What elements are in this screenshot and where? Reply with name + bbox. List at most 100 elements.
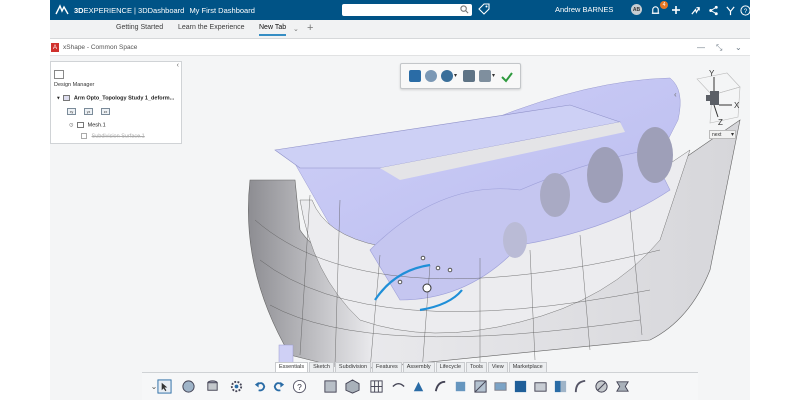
minimize-icon[interactable]: — — [697, 43, 705, 52]
app-title: xShape - Common Space — [63, 44, 138, 51]
tag-icon[interactable] — [478, 3, 490, 17]
tab-view[interactable]: View — [487, 362, 508, 372]
tab-features[interactable]: Features — [372, 362, 402, 372]
select-icon[interactable] — [156, 378, 172, 394]
tree-item-study-label: Arm Opto_Topology Study 1_deform... — [73, 95, 175, 102]
surface-icon — [81, 133, 87, 139]
mirror-icon[interactable] — [532, 378, 548, 394]
brand-text: EXPERIENCE | 3DDashboard — [83, 5, 185, 15]
add-icon[interactable] — [669, 3, 683, 17]
help-icon[interactable]: ? — [738, 3, 750, 17]
database-icon[interactable] — [204, 378, 220, 394]
avatar[interactable]: AB — [631, 4, 642, 15]
edge-icon[interactable] — [390, 378, 406, 394]
tab-lifecycle[interactable]: Lifecycle — [435, 362, 466, 372]
tree-item-mesh[interactable]: ⊙ Mesh.1 — [69, 122, 106, 128]
dashboard-name[interactable]: My First Dashboard — [189, 6, 254, 15]
chevron-down-icon[interactable]: ⌄ — [735, 43, 742, 52]
tab-learn-the-experience[interactable]: Learn the Experience — [178, 24, 245, 31]
redo-icon[interactable] — [270, 378, 286, 394]
split-icon[interactable] — [472, 378, 488, 394]
solid-view-icon[interactable] — [409, 70, 421, 82]
tools-icon[interactable] — [723, 3, 737, 17]
display-icon[interactable] — [463, 70, 475, 82]
view-compass[interactable]: Y X Z — [682, 67, 744, 127]
collapse-arrow-icon[interactable]: ‹ — [674, 90, 677, 99]
tree-item-surface[interactable]: Subdivision Surface.1 — [81, 133, 145, 139]
help-icon[interactable]: ? — [291, 378, 307, 394]
compass-x-label: X — [734, 101, 740, 110]
tab-essentials[interactable]: Essentials — [275, 362, 309, 372]
add-tab-icon[interactable]: + — [307, 22, 313, 34]
bridge-icon[interactable] — [492, 378, 508, 394]
plane-icon[interactable]: xy — [67, 108, 76, 115]
cube-icon[interactable] — [344, 378, 360, 394]
vertex-icon[interactable] — [410, 378, 426, 394]
design-manager-panel: ‹ Design Manager ▾ Arm Opto_Topology Stu… — [50, 61, 182, 144]
notification-badge: 4 — [660, 1, 668, 9]
attract-icon[interactable] — [593, 378, 609, 394]
symmetry-icon[interactable] — [552, 378, 568, 394]
ds-logo-icon[interactable] — [54, 3, 70, 17]
mesh-icon — [77, 122, 85, 128]
svg-text:?: ? — [743, 7, 747, 14]
tree-item-study[interactable]: ▾ Arm Opto_Topology Study 1_deform... — [57, 95, 174, 101]
crease-icon[interactable] — [432, 378, 448, 394]
tab-tools[interactable]: Tools — [466, 362, 487, 372]
view-select-value: next — [712, 132, 722, 138]
search-input[interactable] — [342, 4, 472, 16]
sketch-icon[interactable] — [180, 378, 196, 394]
converter-icon[interactable] — [614, 378, 630, 394]
tab-subdivision[interactable]: Subdivision — [334, 362, 372, 372]
tab-chevron-down-icon[interactable]: ⌄ — [293, 25, 299, 33]
tab-marketplace[interactable]: Marketplace — [508, 362, 547, 372]
tree-item-surface-label: Subdivision Surface.1 — [91, 133, 145, 140]
brand-strong: 3D — [74, 5, 84, 15]
expand-icon[interactable]: ⤡ — [716, 43, 722, 53]
panel-header: Design Manager — [54, 82, 95, 88]
user-name[interactable]: Andrew BARNES — [555, 5, 613, 14]
extrude-icon[interactable] — [452, 378, 468, 394]
settings-icon[interactable] — [228, 378, 244, 394]
search-icon[interactable] — [460, 5, 469, 16]
subdivision-primitive-icon[interactable] — [322, 378, 338, 394]
tab-assembly[interactable]: Assembly — [402, 362, 435, 372]
share-icon[interactable] — [706, 3, 720, 17]
fill-icon[interactable] — [512, 378, 528, 394]
action-bar: ⌄ ? — [142, 372, 698, 400]
app-title-bar: A xShape - Common Space — ⤡ ⌄ — [50, 39, 750, 56]
material-icon[interactable] — [441, 70, 453, 82]
compass-z-label: Z — [718, 118, 723, 127]
top-bar: 3DEXPERIENCE | 3DDashboard My First Dash… — [50, 0, 750, 20]
share-arrow-icon[interactable] — [688, 3, 702, 17]
tree-item-mesh-label: Mesh.1 — [87, 122, 106, 129]
dropdown-arrow-icon[interactable]: ▾ — [492, 72, 495, 79]
xshape-app-icon: A — [51, 43, 59, 52]
action-bar-tabs: Essentials Sketch Subdivision Features A… — [275, 362, 548, 372]
tab-new-tab[interactable]: New Tab — [259, 24, 287, 36]
dropdown-arrow-icon[interactable]: ▾ — [454, 72, 457, 79]
cube-view-icon[interactable] — [479, 70, 491, 82]
node-icon: ⊙ — [69, 122, 74, 129]
svg-text:?: ? — [297, 381, 302, 391]
tab-getting-started[interactable]: Getting Started — [116, 24, 163, 31]
curve-icon[interactable] — [572, 378, 588, 394]
undo-icon[interactable] — [252, 378, 268, 394]
view-select[interactable]: next ▾ — [709, 130, 736, 139]
design-manager-icon[interactable] — [54, 70, 64, 79]
plane-icon[interactable]: zx — [101, 108, 110, 115]
brand-title: 3DEXPERIENCE | 3DDashboard My First Dash… — [74, 6, 255, 15]
compass-y-label: Y — [709, 69, 715, 78]
part-icon — [63, 95, 71, 101]
floating-toolbar: ▾ ▾ — [400, 63, 521, 89]
plane-icon[interactable]: yz — [84, 108, 93, 115]
tab-sketch[interactable]: Sketch — [309, 362, 334, 372]
sphere-icon[interactable] — [425, 70, 437, 82]
tree-expand-icon[interactable]: ▾ — [57, 95, 60, 101]
app-window: 3DEXPERIENCE | 3DDashboard My First Dash… — [50, 0, 750, 400]
collapse-panel-icon[interactable]: ‹ — [177, 62, 179, 69]
grid-icon[interactable] — [368, 378, 384, 394]
dashboard-tabs: Getting Started Learn the Experience New… — [50, 20, 750, 39]
chevron-down-icon: ▾ — [730, 132, 734, 138]
validate-check-icon[interactable] — [501, 70, 513, 83]
